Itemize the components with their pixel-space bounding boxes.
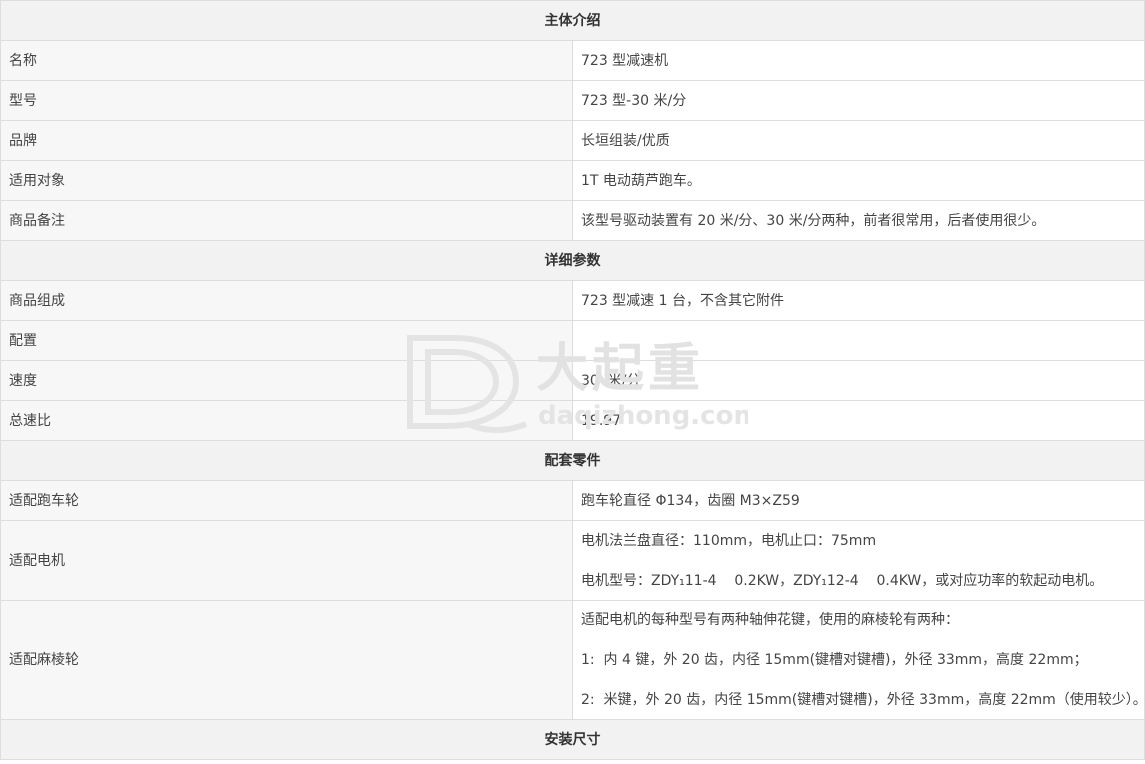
spec-row-wheel: 适配跑车轮 跑车轮直径 Φ134，齿圈 M3×Z59 [0, 480, 1145, 521]
spec-row-target: 适用对象 1T 电动葫芦跑车。 [0, 160, 1145, 201]
row-value-multiline: 适配电机的每种型号有两种轴伸花键，使用的麻棱轮有两种： 1: 内 4 键，外 2… [572, 600, 1145, 720]
spec-row-ratio: 总速比 19.97 [0, 400, 1145, 441]
row-label: 商品备注 [0, 200, 573, 241]
row-label: 配置 [0, 320, 573, 361]
gear-option-2-text: 2: 米键，外 20 齿，内径 15mm(键槽对键槽)，外径 33mm，高度 2… [581, 692, 1145, 708]
row-label: 适配跑车轮 [0, 480, 573, 521]
gear-intro-text: 适配电机的每种型号有两种轴伸花键，使用的麻棱轮有两种： [581, 612, 959, 628]
section-row-intro: 主体介绍 [0, 0, 1145, 41]
row-label: 名称 [0, 40, 573, 81]
spec-row-composition: 商品组成 723 型减速 1 台，不含其它附件 [0, 280, 1145, 321]
motor-model-text: 电机型号：ZDY₁11-4 0.2KW，ZDY₁12-4 0.4KW，或对应功率… [581, 572, 1104, 589]
spec-row-speed: 速度 30 米/分 [0, 360, 1145, 401]
section-row-parts: 配套零件 [0, 440, 1145, 481]
section-title-params: 详细参数 [0, 240, 1145, 281]
row-value: 30 米/分 [572, 360, 1145, 401]
motor-flange-text: 电机法兰盘直径：110mm，电机止口：75mm [581, 532, 877, 549]
row-value [572, 320, 1145, 361]
section-title-intro: 主体介绍 [0, 0, 1145, 41]
row-value: 跑车轮直径 Φ134，齿圈 M3×Z59 [572, 480, 1145, 521]
spec-row-brand: 品牌 长垣组装/优质 [0, 120, 1145, 161]
row-label: 总速比 [0, 400, 573, 441]
row-value: 长垣组装/优质 [572, 120, 1145, 161]
row-label: 适配麻棱轮 [0, 600, 573, 720]
spec-row-remark: 商品备注 该型号驱动装置有 20 米/分、30 米/分两种，前者很常用，后者使用… [0, 200, 1145, 241]
spec-row-name: 名称 723 型减速机 [0, 40, 1145, 81]
spec-row-gear: 适配麻棱轮 适配电机的每种型号有两种轴伸花键，使用的麻棱轮有两种： 1: 内 4… [0, 600, 1145, 720]
row-value: 723 型减速机 [572, 40, 1145, 81]
spec-row-model: 型号 723 型-30 米/分 [0, 80, 1145, 121]
spec-row-motor: 适配电机 电机法兰盘直径：110mm，电机止口：75mm 电机型号：ZDY₁11… [0, 520, 1145, 601]
row-value: 1T 电动葫芦跑车。 [572, 160, 1145, 201]
section-row-params: 详细参数 [0, 240, 1145, 281]
row-value: 该型号驱动装置有 20 米/分、30 米/分两种，前者很常用，后者使用很少。 [572, 200, 1145, 241]
row-value: 723 型-30 米/分 [572, 80, 1145, 121]
section-row-install: 安装尺寸 [0, 719, 1145, 760]
row-value: 723 型减速 1 台，不含其它附件 [572, 280, 1145, 321]
spec-table: 主体介绍 名称 723 型减速机 型号 723 型-30 米/分 品牌 长垣组装… [0, 0, 1145, 760]
row-label: 适配电机 [0, 520, 573, 601]
row-label: 品牌 [0, 120, 573, 161]
gear-option-1-text: 1: 内 4 键，外 20 齿，内径 15mm(键槽对键槽)，外径 33mm，高… [581, 652, 1088, 668]
spec-row-config: 配置 [0, 320, 1145, 361]
row-label: 适用对象 [0, 160, 573, 201]
row-label: 商品组成 [0, 280, 573, 321]
row-value-multiline: 电机法兰盘直径：110mm，电机止口：75mm 电机型号：ZDY₁11-4 0.… [572, 520, 1145, 601]
row-value: 19.97 [572, 400, 1145, 441]
row-label: 型号 [0, 80, 573, 121]
row-label: 速度 [0, 360, 573, 401]
section-title-parts: 配套零件 [0, 440, 1145, 481]
section-title-install: 安装尺寸 [0, 719, 1145, 760]
